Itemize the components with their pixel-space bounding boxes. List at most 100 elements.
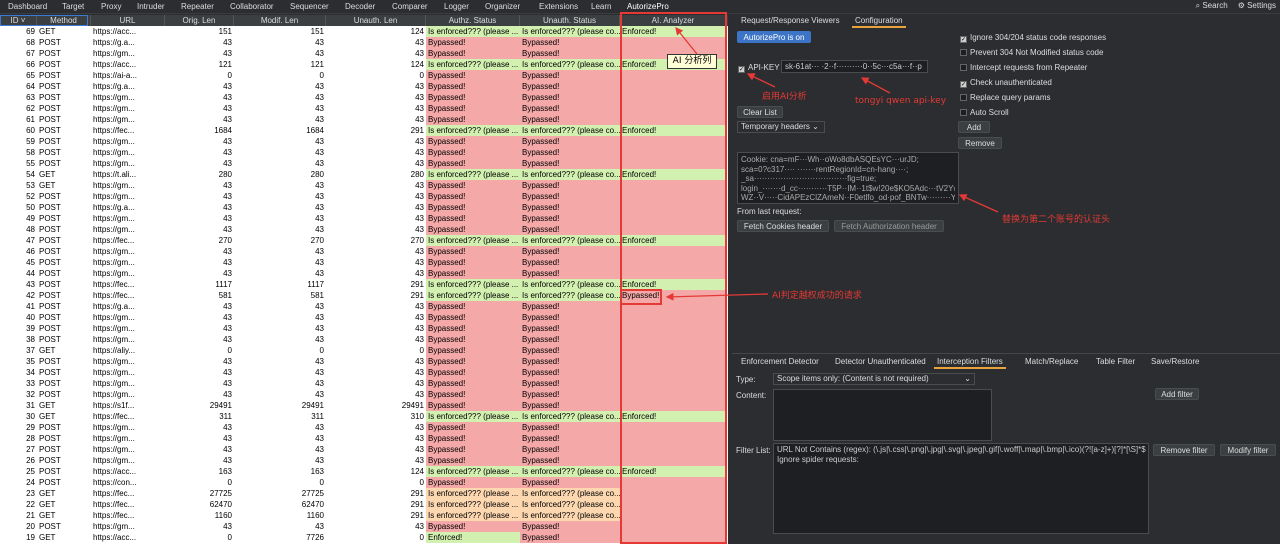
- column-header[interactable]: URL: [91, 15, 165, 26]
- tab-bottom[interactable]: Table Filter: [1096, 357, 1135, 366]
- option-checkbox[interactable]: Intercept requests from Repeater: [960, 63, 1087, 72]
- search-button[interactable]: ⌕ Search: [1196, 1, 1228, 10]
- column-header[interactable]: Modif. Len: [234, 15, 326, 26]
- table-row[interactable]: 40 POST https://gm... 43 43 43 Bypassed! Bypass…: [0, 312, 728, 323]
- table-row[interactable]: 39 POST https://gm... 43 43 43 Bypassed! Bypass…: [0, 323, 728, 334]
- menu-item-autorizepro[interactable]: AutorizePro: [627, 2, 669, 14]
- table-row[interactable]: 31 GET https://s1f... 29491 29491 29491 Bypass…: [0, 400, 728, 411]
- modify-filter-button[interactable]: Modify filter: [1220, 444, 1276, 456]
- option-checkbox[interactable]: ✓ Ignore 304/204 status code responses: [960, 33, 1106, 43]
- clear-list-button[interactable]: Clear List: [737, 106, 783, 118]
- table-row[interactable]: 68 POST https://g.a... 43 43 43 Bypassed! Bypas…: [0, 37, 728, 48]
- menu-item-sequencer[interactable]: Sequencer: [290, 2, 329, 11]
- filter-type-select[interactable]: Scope items only: (Content is not requir…: [773, 373, 975, 385]
- tab-bottom[interactable]: Detector Unauthenticated: [835, 357, 926, 366]
- remove-filter-button[interactable]: Remove filter: [1153, 444, 1215, 456]
- replacement-headers-textarea[interactable]: Cookie: cna=mF···Wh··oWo8dbASQEsYC···urJ…: [737, 152, 959, 204]
- fetch-authorization-button[interactable]: Fetch Authorization header: [834, 220, 944, 232]
- table-row[interactable]: 48 POST https://gm... 43 43 43 Bypassed! Bypass…: [0, 224, 728, 235]
- menu-item-collaborator[interactable]: Collaborator: [230, 2, 274, 11]
- remove-button[interactable]: Remove: [958, 137, 1002, 149]
- menu-item-target[interactable]: Target: [62, 2, 84, 11]
- table-row[interactable]: 37 GET https://aliy... 0 0 0 Bypassed! Bypassed…: [0, 345, 728, 356]
- column-header[interactable]: Unauth. Status: [520, 15, 620, 26]
- table-row[interactable]: 66 POST https://acc... 121 121 124 Is enforced…: [0, 59, 728, 70]
- add-filter-button[interactable]: Add filter: [1155, 388, 1199, 400]
- tab-bottom[interactable]: Match/Replace: [1025, 357, 1078, 366]
- filter-list-item[interactable]: URL Not Contains (regex): (\.js|\.css|\.…: [777, 445, 1146, 455]
- tab-viewers[interactable]: Request/Response Viewers: [741, 16, 840, 25]
- table-row[interactable]: 27 POST https://gm... 43 43 43 Bypassed! Bypass…: [0, 444, 728, 455]
- table-row[interactable]: 29 POST https://gm... 43 43 43 Bypassed! Bypass…: [0, 422, 728, 433]
- table-row[interactable]: 58 POST https://gm... 43 43 43 Bypassed! Bypass…: [0, 147, 728, 158]
- table-row[interactable]: 50 POST https://g.a... 43 43 43 Bypassed! Bypas…: [0, 202, 728, 213]
- table-row[interactable]: 63 POST https://gm... 43 43 43 Bypassed! Bypass…: [0, 92, 728, 103]
- menu-item-decoder[interactable]: Decoder: [345, 2, 375, 11]
- table-row[interactable]: 30 GET https://fec... 311 311 310 Is enforced?…: [0, 411, 728, 422]
- table-row[interactable]: 19 GET https://acc... 0 7726 0 Enforced! Bypass…: [0, 532, 728, 543]
- table-row[interactable]: 60 POST https://fec... 1684 1684 291 Is enforc…: [0, 125, 728, 136]
- table-row[interactable]: 62 POST https://gm... 43 43 43 Bypassed! Bypass…: [0, 103, 728, 114]
- table-row[interactable]: 64 POST https://g.a... 43 43 43 Bypassed! Bypas…: [0, 81, 728, 92]
- table-row[interactable]: 25 POST https://acc... 163 163 124 Is enforced…: [0, 466, 728, 477]
- table-row[interactable]: 38 POST https://gm... 43 43 43 Bypassed! Bypass…: [0, 334, 728, 345]
- menu-item-organizer[interactable]: Organizer: [485, 2, 520, 11]
- add-button[interactable]: Add: [958, 121, 990, 133]
- settings-button[interactable]: ⚙ Settings: [1238, 1, 1276, 10]
- table-row[interactable]: 21 GET https://fec... 1160 1160 291 Is enforce…: [0, 510, 728, 521]
- menu-item-proxy[interactable]: Proxy: [101, 2, 121, 11]
- menu-item-logger[interactable]: Logger: [444, 2, 469, 11]
- table-row[interactable]: 45 POST https://gm... 43 43 43 Bypassed! Bypass…: [0, 257, 728, 268]
- table-row[interactable]: 46 POST https://gm... 43 43 43 Bypassed! Bypass…: [0, 246, 728, 257]
- table-row[interactable]: 28 POST https://gm... 43 43 43 Bypassed! Bypass…: [0, 433, 728, 444]
- option-checkbox[interactable]: Replace query params: [960, 93, 1050, 102]
- column-header[interactable]: Authz. Status: [426, 15, 520, 26]
- table-row[interactable]: 34 POST https://gm... 43 43 43 Bypassed! Bypass…: [0, 367, 728, 378]
- menu-item-intruder[interactable]: Intruder: [137, 2, 165, 11]
- column-header[interactable]: Orig. Len: [165, 15, 234, 26]
- table-row[interactable]: 22 GET https://fec... 62470 62470 291 Is enfor…: [0, 499, 728, 510]
- table-row[interactable]: 41 POST https://g.a... 43 43 43 Bypassed! Bypas…: [0, 301, 728, 312]
- table-row[interactable]: 33 POST https://gm... 43 43 43 Bypassed! Bypass…: [0, 378, 728, 389]
- api-key-checkbox[interactable]: ✓ API-KEY: [738, 63, 780, 73]
- table-row[interactable]: 47 POST https://fec... 270 270 270 Is enforced…: [0, 235, 728, 246]
- table-row[interactable]: 61 POST https://gm... 43 43 43 Bypassed! Bypass…: [0, 114, 728, 125]
- menu-item-repeater[interactable]: Repeater: [181, 2, 214, 11]
- api-key-input[interactable]: sk-61at··· ·2··f··········0··5c···c5a···…: [781, 60, 928, 73]
- table-row[interactable]: 69 GET https://acc... 151 151 124 Is enforced?…: [0, 26, 728, 37]
- tab-configuration[interactable]: Configuration: [852, 16, 906, 28]
- header-mode-select[interactable]: Temporary headers ⌄: [737, 121, 825, 133]
- table-row[interactable]: 52 POST https://gm... 43 43 43 Bypassed! Bypass…: [0, 191, 728, 202]
- table-row[interactable]: 24 POST https://con... 0 0 0 Bypassed! Bypassed…: [0, 477, 728, 488]
- table-row[interactable]: 67 POST https://gm... 43 43 43 Bypassed! Bypass…: [0, 48, 728, 59]
- table-row[interactable]: 53 GET https://gm... 43 43 43 Bypassed! Bypasse…: [0, 180, 728, 191]
- filter-content-input[interactable]: [773, 389, 992, 441]
- menu-item-learn[interactable]: Learn: [591, 2, 611, 11]
- autorize-toggle-button[interactable]: AutorizePro is on: [737, 31, 811, 43]
- option-checkbox[interactable]: Prevent 304 Not Modified status code: [960, 48, 1103, 57]
- tab-bottom[interactable]: Save/Restore: [1151, 357, 1199, 366]
- table-row[interactable]: 23 GET https://fec... 27725 27725 291 Is enfor…: [0, 488, 728, 499]
- table-row[interactable]: 32 POST https://gm... 43 43 43 Bypassed! Bypass…: [0, 389, 728, 400]
- table-row[interactable]: 59 POST https://gm... 43 43 43 Bypassed! Bypass…: [0, 136, 728, 147]
- column-header[interactable]: Unauth. Len: [326, 15, 426, 26]
- table-row[interactable]: 65 POST https://ai-a... 0 0 0 Bypassed! Bypasse…: [0, 70, 728, 81]
- tab-bottom[interactable]: Enforcement Detector: [741, 357, 819, 366]
- fetch-cookies-button[interactable]: Fetch Cookies header: [737, 220, 829, 232]
- filter-list-item[interactable]: Ignore spider requests:: [777, 455, 1145, 465]
- table-row[interactable]: 43 POST https://fec... 1117 1117 291 Is enforc…: [0, 279, 728, 290]
- panel-divider[interactable]: [732, 353, 1280, 354]
- filter-list[interactable]: URL Not Contains (regex): (\.js|\.css|\.…: [773, 443, 1149, 534]
- table-row[interactable]: 42 POST https://fec... 581 581 291 Is enforced…: [0, 290, 728, 301]
- table-row[interactable]: 49 POST https://gm... 43 43 43 Bypassed! Bypass…: [0, 213, 728, 224]
- table-row[interactable]: 26 POST https://gm... 43 43 43 Bypassed! Bypass…: [0, 455, 728, 466]
- table-row[interactable]: 20 POST https://gm... 43 43 43 Bypassed! Bypass…: [0, 521, 728, 532]
- option-checkbox[interactable]: Auto Scroll: [960, 108, 1009, 117]
- tab-bottom[interactable]: Interception Filters: [934, 357, 1006, 369]
- table-row[interactable]: 44 POST https://gm... 43 43 43 Bypassed! Bypass…: [0, 268, 728, 279]
- menu-item-extensions[interactable]: Extensions: [539, 2, 578, 11]
- table-row[interactable]: 35 POST https://gm... 43 43 43 Bypassed! Bypass…: [0, 356, 728, 367]
- table-row[interactable]: 55 POST https://gm... 43 43 43 Bypassed! Bypass…: [0, 158, 728, 169]
- option-checkbox[interactable]: ✓ Check unauthenticated: [960, 78, 1052, 88]
- menu-item-dashboard[interactable]: Dashboard: [8, 2, 47, 11]
